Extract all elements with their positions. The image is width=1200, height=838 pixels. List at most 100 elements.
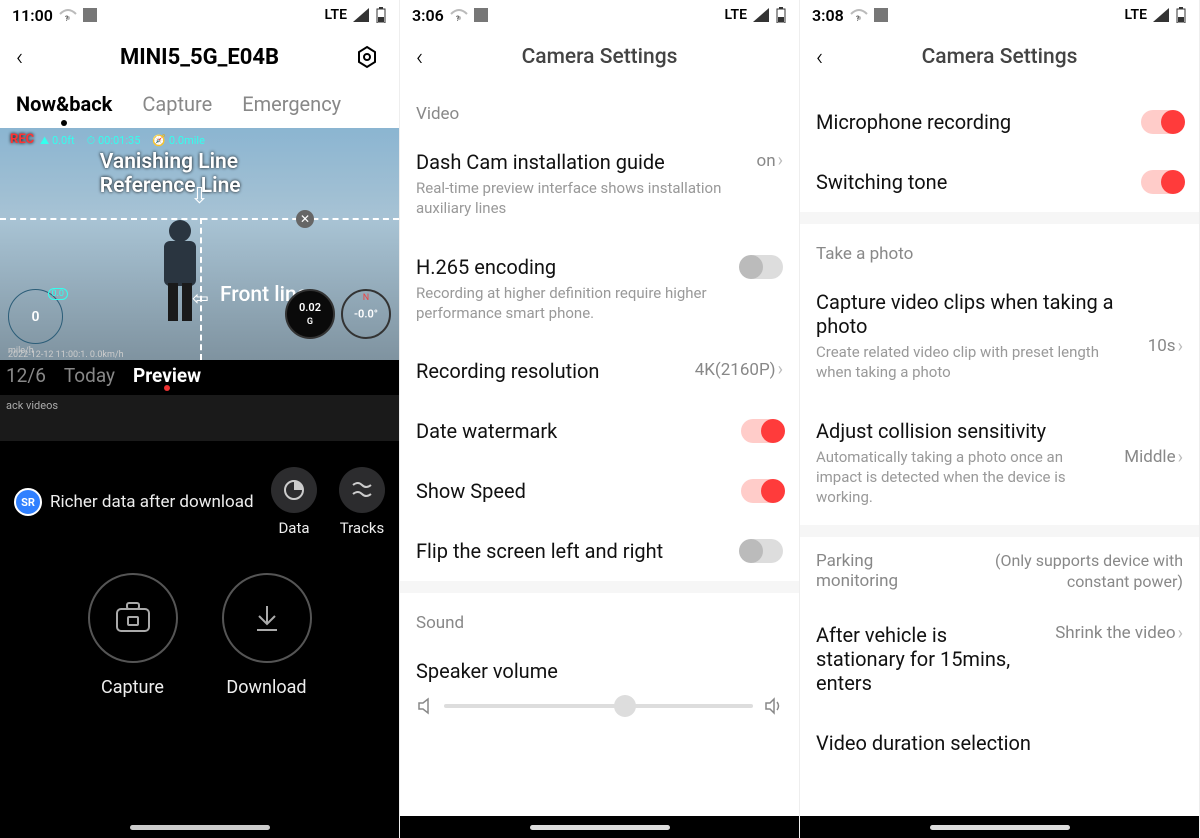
status-net: LTE	[725, 7, 747, 23]
back-icon[interactable]: ‹	[416, 43, 444, 71]
timeline[interactable]: ack videos	[0, 395, 399, 441]
signal-icon	[1153, 8, 1169, 22]
row-install-guide[interactable]: Dash Cam installation guide Real-time pr…	[400, 132, 799, 237]
richer-label: Richer data after download	[50, 492, 254, 512]
back-icon[interactable]: ‹	[16, 43, 44, 71]
tab-capture[interactable]: Capture	[142, 92, 212, 116]
home-indicator[interactable]	[930, 825, 1070, 830]
collision-label: Adjust collision sensitivity	[816, 419, 1112, 443]
preview-readout: 2022-12-12 11:00:1. 0.0km/h	[8, 350, 124, 360]
title-bar: ‹ Camera Settings	[800, 30, 1199, 84]
home-indicator[interactable]	[130, 825, 270, 830]
row-date-watermark[interactable]: Date watermark	[400, 401, 799, 461]
section-video: Video	[400, 84, 799, 132]
resolution-label: Recording resolution	[416, 359, 683, 383]
install-guide-value: on	[757, 151, 776, 171]
section-parking: Parking monitoring (Only supports device…	[800, 537, 1199, 605]
richer-row: SR Richer data after download Data Track…	[0, 441, 399, 543]
download-icon	[249, 600, 285, 636]
row-resolution[interactable]: Recording resolution 4K(2160P) ›	[400, 341, 799, 401]
row-h265[interactable]: H.265 encoding Recording at higher defin…	[400, 237, 799, 342]
live-preview[interactable]: REC ⛰ 0.0ft ⏱ 00:01:35 🧭 0.0mile Vanishi…	[0, 128, 399, 360]
capture-button[interactable]: Capture	[88, 573, 178, 698]
nav-bar	[400, 816, 799, 838]
battery-icon	[775, 7, 787, 23]
date-tab-1[interactable]: Today	[64, 364, 115, 387]
collision-desc: Automatically taking a photo once an imp…	[816, 447, 1112, 508]
arrow-down-icon: ⇩	[190, 184, 208, 209]
section-take-photo: Take a photo	[800, 224, 1199, 272]
preview-top-info: ⛰ 0.0ft ⏱ 00:01:35 🧭 0.0mile	[40, 134, 205, 148]
battery-icon	[375, 7, 387, 23]
status-bar: 11:00 ? LTE	[0, 0, 399, 30]
row-switching-tone[interactable]: Switching tone	[800, 152, 1199, 212]
download-label: Download	[226, 677, 306, 698]
back-icon[interactable]: ‹	[816, 43, 844, 71]
status-bar: 3:06 ? LTE	[400, 0, 799, 30]
wifi-icon: ?	[850, 8, 868, 22]
g-force-gauge: 0.02G	[285, 289, 335, 339]
row-show-speed[interactable]: Show Speed	[400, 461, 799, 521]
phone-settings-video: 3:06 ? LTE ‹ Camera Settings Video Dash …	[400, 0, 800, 838]
show-speed-toggle[interactable]	[741, 479, 783, 503]
date-watermark-label: Date watermark	[416, 419, 729, 443]
h265-desc: Recording at higher definition require h…	[416, 283, 729, 324]
status-bar: 3:08 ? LTE	[800, 0, 1199, 30]
big-actions-row: Capture Download	[0, 543, 399, 718]
flip-label: Flip the screen left and right	[416, 539, 729, 563]
signal-icon	[753, 8, 769, 22]
camera-icon	[113, 601, 153, 635]
after-stationary-value: Shrink the video	[1055, 623, 1175, 643]
row-collision[interactable]: Adjust collision sensitivity Automatical…	[800, 401, 1199, 526]
svg-text:?: ?	[856, 15, 860, 22]
chevron-right-icon: ›	[1178, 623, 1183, 644]
switching-tone-label: Switching tone	[816, 170, 1129, 194]
install-guide-desc: Real-time preview interface shows instal…	[416, 178, 745, 219]
page-title: Camera Settings	[844, 45, 1155, 69]
date-watermark-toggle[interactable]	[741, 419, 783, 443]
tab-emergency[interactable]: Emergency	[242, 92, 341, 116]
microphone-toggle[interactable]	[1141, 110, 1183, 134]
install-guide-label: Dash Cam installation guide	[416, 150, 745, 174]
data-icon-button[interactable]	[271, 467, 317, 513]
row-speaker-volume[interactable]: Speaker volume	[400, 641, 799, 733]
nav-bar	[800, 816, 1199, 838]
switching-tone-toggle[interactable]	[1141, 170, 1183, 194]
tab-nowback[interactable]: Now&back	[16, 92, 112, 116]
chevron-right-icon: ›	[778, 359, 783, 380]
row-microphone[interactable]: Microphone recording	[800, 92, 1199, 152]
row-video-duration[interactable]: Video duration selection	[800, 713, 1199, 773]
status-time: 3:08	[812, 6, 844, 25]
h265-label: H.265 encoding	[416, 255, 729, 279]
download-button[interactable]: Download	[222, 573, 312, 698]
sr-badge-icon: SR	[14, 488, 42, 516]
page-title: Camera Settings	[444, 45, 755, 69]
microphone-label: Microphone recording	[816, 110, 1129, 134]
chevron-right-icon: ›	[778, 150, 783, 171]
settings-icon[interactable]	[355, 45, 383, 69]
volume-slider[interactable]	[444, 704, 753, 708]
resolution-value: 4K(2160P)	[695, 360, 776, 380]
date-tab-2[interactable]: Preview	[133, 364, 201, 387]
close-overlay-icon[interactable]: ✕	[296, 210, 314, 228]
capture-clip-desc: Create related video clip with preset le…	[816, 342, 1136, 383]
phone-preview-screen: 11:00 ? LTE ‹ MINI5_5G_E04B Now&back Cap…	[0, 0, 400, 838]
collision-value: Middle	[1124, 447, 1175, 467]
h265-toggle[interactable]	[741, 255, 783, 279]
flip-toggle[interactable]	[741, 539, 783, 563]
home-indicator[interactable]	[530, 825, 670, 830]
main-tabs: Now&back Capture Emergency	[0, 84, 399, 128]
status-net: LTE	[1125, 7, 1147, 23]
svg-text:?: ?	[65, 15, 69, 22]
device-title: MINI5_5G_E04B	[44, 45, 355, 70]
tracks-icon-button[interactable]	[339, 467, 385, 513]
row-after-stationary[interactable]: After vehicle is stationary for 15mins, …	[800, 605, 1199, 713]
volume-low-icon	[416, 697, 434, 715]
date-tab-0[interactable]: 12/6	[6, 364, 46, 387]
row-flip-screen[interactable]: Flip the screen left and right	[400, 521, 799, 581]
parking-note: (Only supports device with constant powe…	[941, 549, 1183, 593]
row-capture-clip[interactable]: Capture video clips when taking a photo …	[800, 272, 1199, 401]
data-button-label: Data	[278, 519, 309, 537]
wifi-icon: ?	[59, 8, 77, 22]
parking-header: Parking monitoring	[816, 551, 929, 591]
